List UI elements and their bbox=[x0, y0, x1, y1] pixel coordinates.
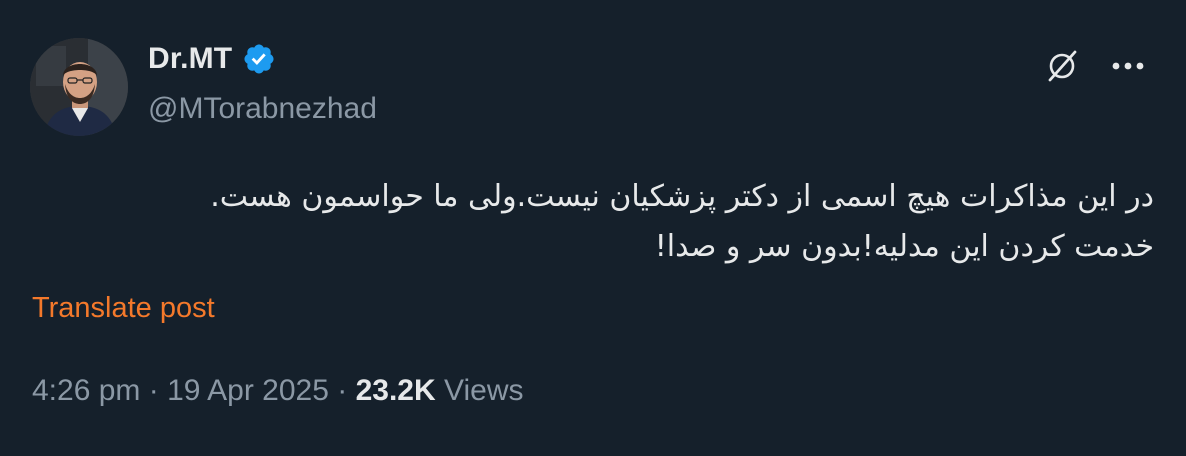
tweet-text: در این مذاکرات هیچ اسمی از دکتر پزشکیان … bbox=[24, 172, 1154, 272]
post-date[interactable]: 19 Apr 2025 bbox=[167, 374, 329, 407]
views-label: Views bbox=[444, 374, 524, 407]
grok-icon bbox=[1048, 50, 1077, 82]
meta-separator: · bbox=[337, 374, 348, 407]
more-options-button[interactable] bbox=[1106, 44, 1150, 88]
tweet-text-line-2: خدمت کردن این مدلیه!بدون سر و صدا! bbox=[654, 229, 1154, 264]
author-handle[interactable]: @MTorabnezhad bbox=[148, 92, 377, 126]
grok-button[interactable] bbox=[1040, 44, 1084, 88]
avatar-image bbox=[30, 38, 128, 136]
views-count[interactable]: 23.2K bbox=[356, 374, 436, 407]
meta-separator: · bbox=[148, 374, 159, 407]
verified-badge-icon[interactable] bbox=[242, 42, 276, 76]
author-display-name[interactable]: Dr.MT bbox=[148, 42, 232, 76]
tweet-text-line-1: در این مذاکرات هیچ اسمی از دکتر پزشکیان … bbox=[210, 179, 1154, 214]
author-name-row[interactable]: Dr.MT bbox=[148, 42, 276, 76]
tweet-card: Dr.MT @MTorabnezhad در این مذاکرات هیچ ا… bbox=[0, 0, 1186, 456]
more-options-icon bbox=[1112, 62, 1144, 70]
post-time[interactable]: 4:26 pm bbox=[32, 374, 140, 407]
tweet-meta: 4:26 pm · 19 Apr 2025 · 23.2K Views bbox=[32, 374, 523, 408]
avatar[interactable] bbox=[30, 38, 128, 136]
translate-post-link[interactable]: Translate post bbox=[32, 292, 215, 325]
